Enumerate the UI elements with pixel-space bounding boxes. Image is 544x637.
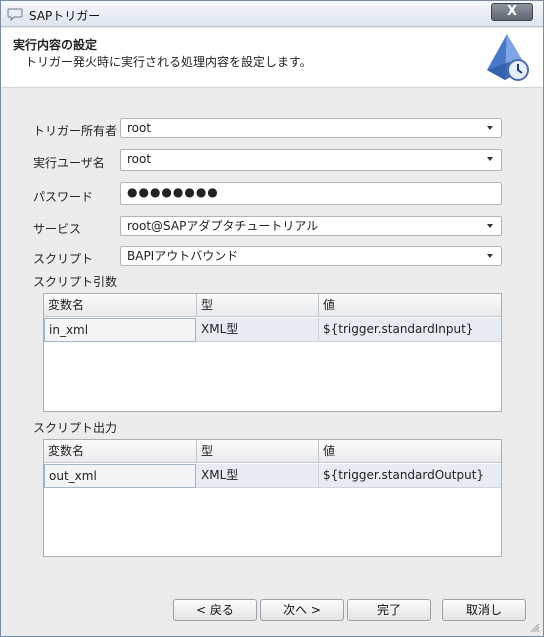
script-output-label: スクリプト出力 [33,421,118,435]
exec-user-label: 実行ユーザ名 [33,156,105,170]
password-value: ●●●●●●●● [127,185,219,199]
chevron-down-icon [487,126,493,130]
exec-user-select[interactable]: root [120,149,502,171]
table-cell[interactable]: ${trigger.standardInput} [319,318,501,342]
table-cell[interactable]: XML型 [197,464,319,488]
chevron-down-icon [487,254,493,258]
cancel-button[interactable]: 取消し [442,599,526,621]
script-args-label: スクリプト引数 [33,275,118,289]
script-output-table: 変数名 型 値 out_xml XML型 ${trigger.standardO… [43,439,502,557]
owner-label: トリガー所有者 [33,124,118,138]
next-button[interactable]: 次へ > [260,599,344,621]
table-row[interactable]: in_xml XML型 ${trigger.standardInput} [44,318,501,342]
page-title: 実行内容の設定 [13,38,98,52]
chevron-down-icon [487,224,493,228]
column-header[interactable]: 変数名 [44,294,197,317]
owner-value: root [127,121,152,135]
script-label: スクリプト [33,252,94,266]
service-label: サービス [33,222,82,236]
page-description: トリガー発火時に実行される処理内容を設定します。 [25,55,312,69]
dialog-window: SAPトリガー X 実行内容の設定 トリガー発火時に実行される処理内容を設定しま… [0,0,544,637]
column-header[interactable]: 型 [197,440,319,463]
title-bar[interactable]: SAPトリガー X [1,1,543,27]
column-header[interactable]: 変数名 [44,440,197,463]
column-header[interactable]: 値 [319,440,501,463]
owner-select[interactable]: root [120,118,502,138]
script-args-table: 変数名 型 値 in_xml XML型 ${trigger.standardIn… [43,293,502,412]
window-title: SAPトリガー [29,9,101,23]
table-cell[interactable]: ${trigger.standardOutput} [319,464,501,488]
trigger-logo-icon [487,34,529,81]
close-button[interactable]: X [491,3,533,21]
back-button[interactable]: < 戻る [173,599,257,621]
table-cell[interactable]: in_xml [44,318,196,342]
chevron-down-icon [487,157,493,161]
resize-grip-icon[interactable] [530,623,540,633]
script-value: BAPIアウトバウンド [127,249,239,263]
chat-bubble-icon [7,8,23,22]
finish-button[interactable]: 完了 [347,599,431,621]
table-cell[interactable]: XML型 [197,318,319,342]
password-field[interactable]: ●●●●●●●● [120,182,502,205]
table-header: 変数名 型 値 [44,294,501,317]
table-row[interactable]: out_xml XML型 ${trigger.standardOutput} [44,464,501,488]
exec-user-value: root [127,152,152,166]
table-header: 変数名 型 値 [44,440,501,463]
column-header[interactable]: 値 [319,294,501,317]
script-select[interactable]: BAPIアウトバウンド [120,246,502,266]
password-label: パスワード [33,190,94,204]
column-header[interactable]: 型 [197,294,319,317]
service-value: root@SAPアダプタチュートリアル [127,219,319,233]
service-select[interactable]: root@SAPアダプタチュートリアル [120,216,502,236]
table-cell[interactable]: out_xml [44,464,196,488]
wizard-header: 実行内容の設定 トリガー発火時に実行される処理内容を設定します。 [1,28,543,88]
